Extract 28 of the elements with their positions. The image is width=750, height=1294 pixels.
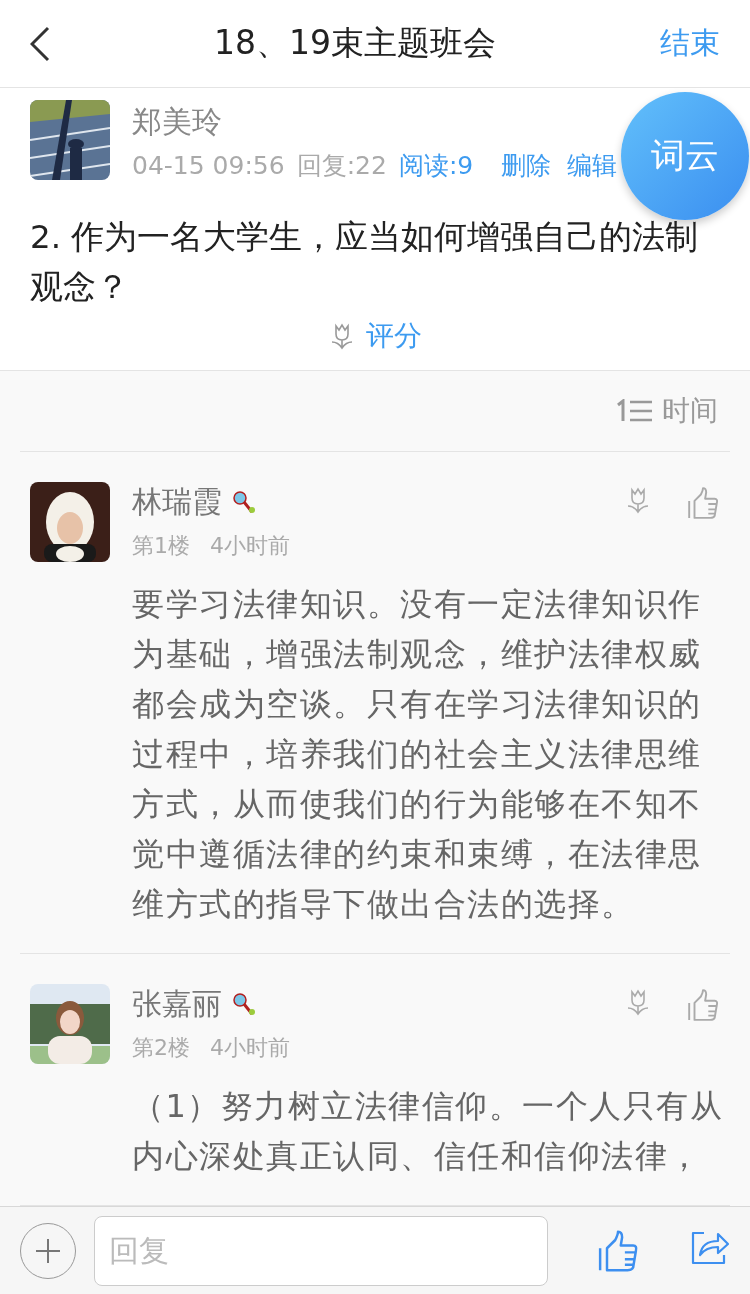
end-button[interactable]: 结束: [660, 23, 720, 64]
author-name: 郑美玲: [132, 103, 223, 141]
reply-time: 4小时前: [210, 532, 290, 560]
rate-button[interactable]: 评分: [322, 316, 428, 356]
floor-number: 第2楼: [132, 1034, 190, 1062]
reply-text: （1）努力树立法律信仰。一个人只有从内心深处真正认同、信任和信仰法律，: [132, 1086, 725, 1177]
reply-input[interactable]: 回复: [94, 1215, 548, 1286]
user-name: 张嘉丽: [132, 985, 222, 1023]
sort-button[interactable]: 时间: [616, 371, 730, 451]
thumbs-up-icon[interactable]: [596, 1228, 640, 1273]
racket-icon: [232, 489, 256, 516]
post-date: 04-15 09:56: [132, 151, 285, 180]
thumbs-up-icon[interactable]: [686, 988, 720, 1022]
action-link[interactable]: 编辑: [567, 149, 618, 182]
reply-text: 要学习法律知识。没有一定法律知识作为基础，增强法制观念，维护法律权威都会成为空谈。只有在学习法律知识的过程中，培养我们的社会主义法律思维方式，从而使我们的行为能够在不知不觉中遵循法律的约束和束缚，在法律思维方式的指导下做出合法的选择。: [132, 584, 703, 925]
user-name: 林瑞霞: [132, 483, 222, 521]
thumbs-up-icon[interactable]: [686, 486, 720, 520]
racket-icon: [232, 991, 256, 1018]
post-body: 2. 作为一名大学生，应当如何增强自己的法制观念？: [30, 217, 700, 308]
sort-icon: [616, 399, 654, 423]
back-icon[interactable]: [30, 25, 50, 62]
page-title: 18、19束主题班会: [213, 22, 497, 64]
action-link[interactable]: 删除: [501, 149, 552, 182]
read-count: 阅读:9: [398, 150, 474, 182]
reply-count: 回复:22: [296, 150, 387, 182]
reply-time: 4小时前: [210, 1034, 290, 1062]
floor-number: 第1楼: [132, 532, 190, 560]
plus-icon: [34, 1236, 62, 1265]
